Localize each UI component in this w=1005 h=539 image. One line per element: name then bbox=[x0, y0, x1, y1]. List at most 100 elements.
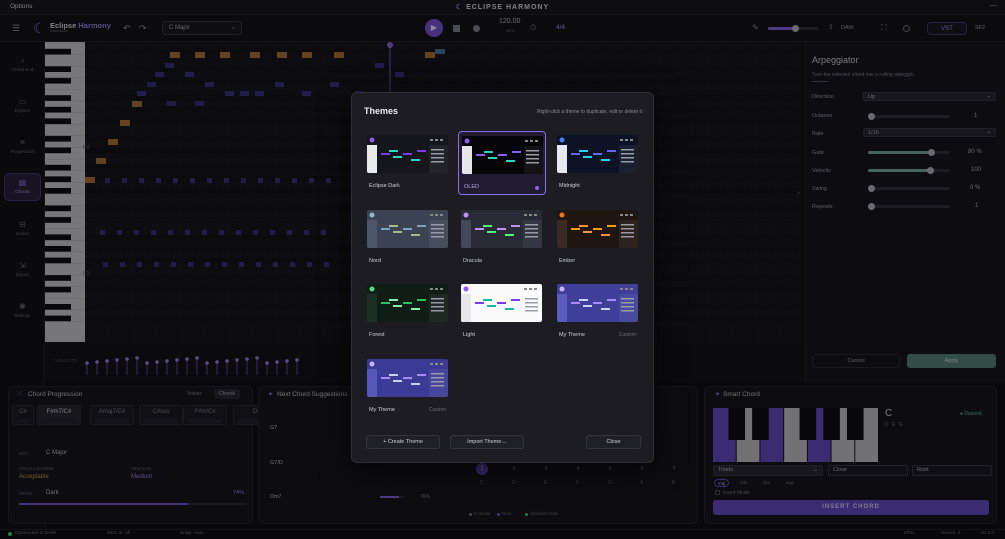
preview-note bbox=[393, 231, 402, 233]
preview-note bbox=[505, 234, 514, 236]
preview-logo bbox=[369, 286, 375, 292]
preview-dot bbox=[630, 288, 633, 290]
preview-note bbox=[417, 374, 426, 376]
theme-name: Midnight bbox=[559, 183, 580, 189]
theme-card-my-theme[interactable]: My Theme Custom bbox=[554, 280, 642, 344]
preview-line bbox=[431, 373, 444, 375]
preview-line bbox=[621, 161, 634, 163]
preview-line bbox=[526, 158, 539, 160]
preview-note bbox=[403, 228, 412, 230]
preview-note bbox=[583, 231, 592, 233]
preview-dot bbox=[435, 288, 438, 290]
theme-custom-tag: Custom bbox=[618, 332, 636, 338]
preview-logo bbox=[464, 138, 470, 144]
theme-preview-art bbox=[367, 137, 448, 173]
preview-note bbox=[483, 225, 492, 227]
preview-note bbox=[583, 305, 592, 307]
preview-note bbox=[476, 154, 485, 156]
preview-line bbox=[431, 149, 444, 151]
preview-line bbox=[525, 298, 538, 300]
preview-line bbox=[621, 236, 634, 238]
preview-line bbox=[525, 310, 538, 312]
preview-note bbox=[483, 299, 492, 301]
preview-line bbox=[621, 149, 634, 151]
preview-line bbox=[431, 228, 444, 230]
theme-name: Dracula bbox=[463, 258, 482, 264]
preview-note bbox=[506, 160, 515, 162]
preview-dot bbox=[525, 140, 528, 142]
theme-preview bbox=[557, 210, 638, 248]
preview-note bbox=[381, 228, 390, 230]
preview-note bbox=[498, 154, 507, 156]
preview-logo bbox=[559, 212, 565, 218]
preview-logo bbox=[369, 212, 375, 218]
theme-preview bbox=[462, 136, 543, 174]
preview-note bbox=[417, 225, 426, 227]
theme-preview bbox=[461, 210, 542, 248]
preview-note bbox=[601, 308, 610, 310]
import-theme-button[interactable]: Import Theme… bbox=[450, 435, 524, 449]
theme-card-my-theme[interactable]: My Theme Custom bbox=[364, 355, 452, 419]
preview-dot bbox=[620, 214, 623, 216]
preview-note bbox=[393, 380, 402, 382]
theme-card-midnight[interactable]: Midnight bbox=[554, 131, 642, 195]
preview-note bbox=[475, 228, 484, 230]
preview-line bbox=[621, 157, 634, 159]
preview-note bbox=[487, 231, 496, 233]
preview-dot bbox=[620, 288, 623, 290]
theme-card-dracula[interactable]: Dracula bbox=[458, 206, 546, 270]
preview-dot bbox=[620, 139, 623, 141]
preview-line bbox=[431, 153, 444, 155]
preview-line bbox=[526, 150, 539, 152]
preview-line bbox=[431, 306, 444, 308]
preview-note bbox=[505, 308, 514, 310]
preview-note bbox=[417, 299, 426, 301]
theme-preview-art bbox=[461, 212, 542, 248]
preview-note bbox=[403, 377, 412, 379]
preview-note bbox=[571, 302, 580, 304]
preview-note bbox=[601, 234, 610, 236]
preview-note bbox=[511, 225, 520, 227]
preview-keys bbox=[461, 294, 471, 322]
preview-line bbox=[526, 162, 539, 164]
theme-name: My Theme bbox=[559, 332, 585, 338]
theme-preview bbox=[367, 210, 448, 248]
preview-note bbox=[389, 299, 398, 301]
preview-dot bbox=[524, 214, 527, 216]
theme-card-light[interactable]: Light bbox=[458, 280, 546, 344]
preview-keys bbox=[367, 220, 377, 248]
theme-card-nord[interactable]: Nord bbox=[364, 206, 452, 270]
preview-line bbox=[526, 154, 539, 156]
preview-dot bbox=[435, 363, 438, 365]
app-window: Options ☾ ECLIPSE HARMONY — ☰ ☾ Eclipse … bbox=[0, 0, 1005, 539]
theme-preview bbox=[367, 135, 448, 173]
preview-note bbox=[389, 374, 398, 376]
preview-keys bbox=[367, 294, 377, 322]
selected-dot bbox=[535, 186, 539, 190]
preview-note bbox=[475, 302, 484, 304]
themes-title: Themes bbox=[364, 106, 399, 116]
theme-name: Light bbox=[463, 332, 475, 338]
create-theme-button[interactable]: + Create Theme bbox=[366, 435, 440, 449]
preview-line bbox=[621, 232, 634, 234]
theme-card-oled[interactable]: OLED bbox=[458, 131, 546, 195]
preview-dot bbox=[625, 139, 628, 141]
theme-card-eclipse-dark[interactable]: Eclipse Dark bbox=[364, 131, 452, 195]
preview-note bbox=[497, 228, 506, 230]
preview-dot bbox=[430, 214, 433, 216]
themes-hint: Right-click a theme to duplicate, edit o… bbox=[536, 109, 642, 115]
preview-note bbox=[484, 151, 493, 153]
preview-dot bbox=[529, 288, 532, 290]
preview-note bbox=[579, 225, 588, 227]
theme-card-forest[interactable]: Forest bbox=[364, 280, 452, 344]
preview-line bbox=[621, 310, 634, 312]
theme-card-ember[interactable]: Ember bbox=[554, 206, 642, 270]
preview-note bbox=[593, 153, 602, 155]
preview-line bbox=[621, 224, 634, 226]
preview-note bbox=[593, 302, 602, 304]
preview-note bbox=[583, 156, 592, 158]
preview-line bbox=[431, 381, 444, 383]
close-button[interactable]: Close bbox=[586, 435, 641, 449]
preview-dot bbox=[535, 140, 538, 142]
preview-note bbox=[607, 225, 616, 227]
